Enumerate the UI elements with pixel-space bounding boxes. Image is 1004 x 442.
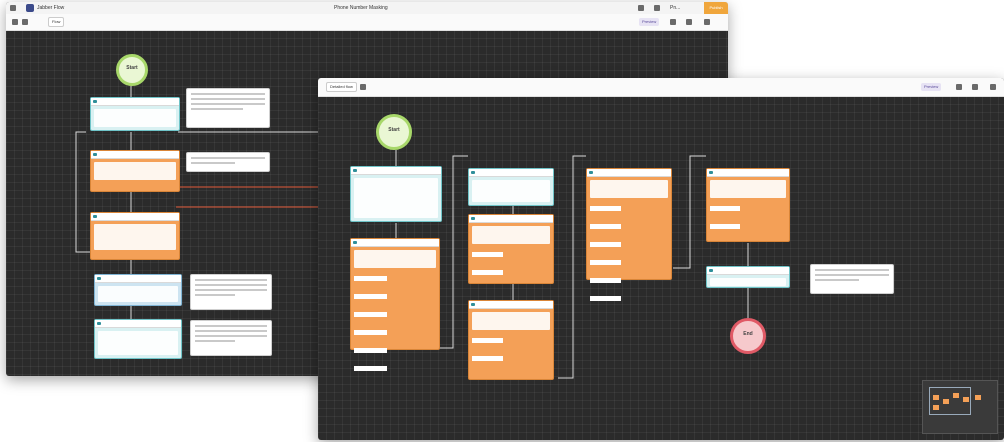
node-fields (472, 247, 550, 283)
node-content (94, 109, 176, 127)
node-content (94, 162, 176, 180)
node-content (98, 286, 178, 302)
flow-node[interactable] (90, 97, 180, 131)
flow-node[interactable] (468, 168, 554, 206)
node-fields (590, 201, 668, 309)
node-header (91, 151, 179, 159)
flow-node[interactable] (94, 319, 182, 359)
annotation-note (190, 320, 272, 356)
flow-node[interactable] (350, 166, 442, 222)
node-header (469, 301, 553, 309)
node-header (351, 239, 439, 247)
node-header (707, 169, 789, 177)
node-content (354, 250, 436, 268)
node-content (354, 178, 438, 218)
node-header (469, 169, 553, 177)
node-fields (354, 271, 436, 379)
canvas-minimap[interactable] (922, 380, 998, 434)
flow-node[interactable] (706, 168, 790, 242)
flow-node[interactable] (706, 266, 790, 288)
node-content (710, 180, 786, 198)
node-header (95, 320, 181, 328)
annotation-note (186, 152, 270, 172)
node-content (710, 278, 786, 286)
node-header (469, 215, 553, 223)
node-content (94, 224, 176, 250)
annotation-note (190, 274, 272, 310)
node-content (472, 226, 550, 244)
node-header (707, 267, 789, 275)
annotation-note (810, 264, 894, 294)
flow-node[interactable] (586, 168, 672, 301)
node-header (351, 167, 441, 175)
node-fields (710, 201, 786, 237)
flow-node[interactable] (350, 238, 440, 371)
node-header (587, 169, 671, 177)
node-header (91, 213, 179, 221)
flow-editor-window-detail: Detailed flow Preview Start End (318, 78, 1004, 440)
start-label: Start (126, 65, 138, 71)
flow-node[interactable] (90, 150, 180, 192)
node-header (95, 275, 181, 283)
node-content (472, 312, 550, 330)
flow-node[interactable] (90, 212, 180, 260)
flow-node[interactable] (468, 214, 554, 284)
node-header (91, 98, 179, 106)
node-content (472, 180, 550, 202)
flow-node[interactable] (94, 274, 182, 306)
end-label: End (743, 331, 753, 337)
start-node[interactable]: Start (116, 54, 148, 86)
start-node[interactable]: Start (376, 114, 412, 150)
annotation-note (186, 88, 270, 128)
node-content (98, 331, 178, 355)
end-node[interactable]: End (730, 318, 766, 354)
node-fields (472, 333, 550, 369)
node-content (590, 180, 668, 198)
start-label: Start (388, 127, 400, 133)
flow-node[interactable] (468, 300, 554, 380)
